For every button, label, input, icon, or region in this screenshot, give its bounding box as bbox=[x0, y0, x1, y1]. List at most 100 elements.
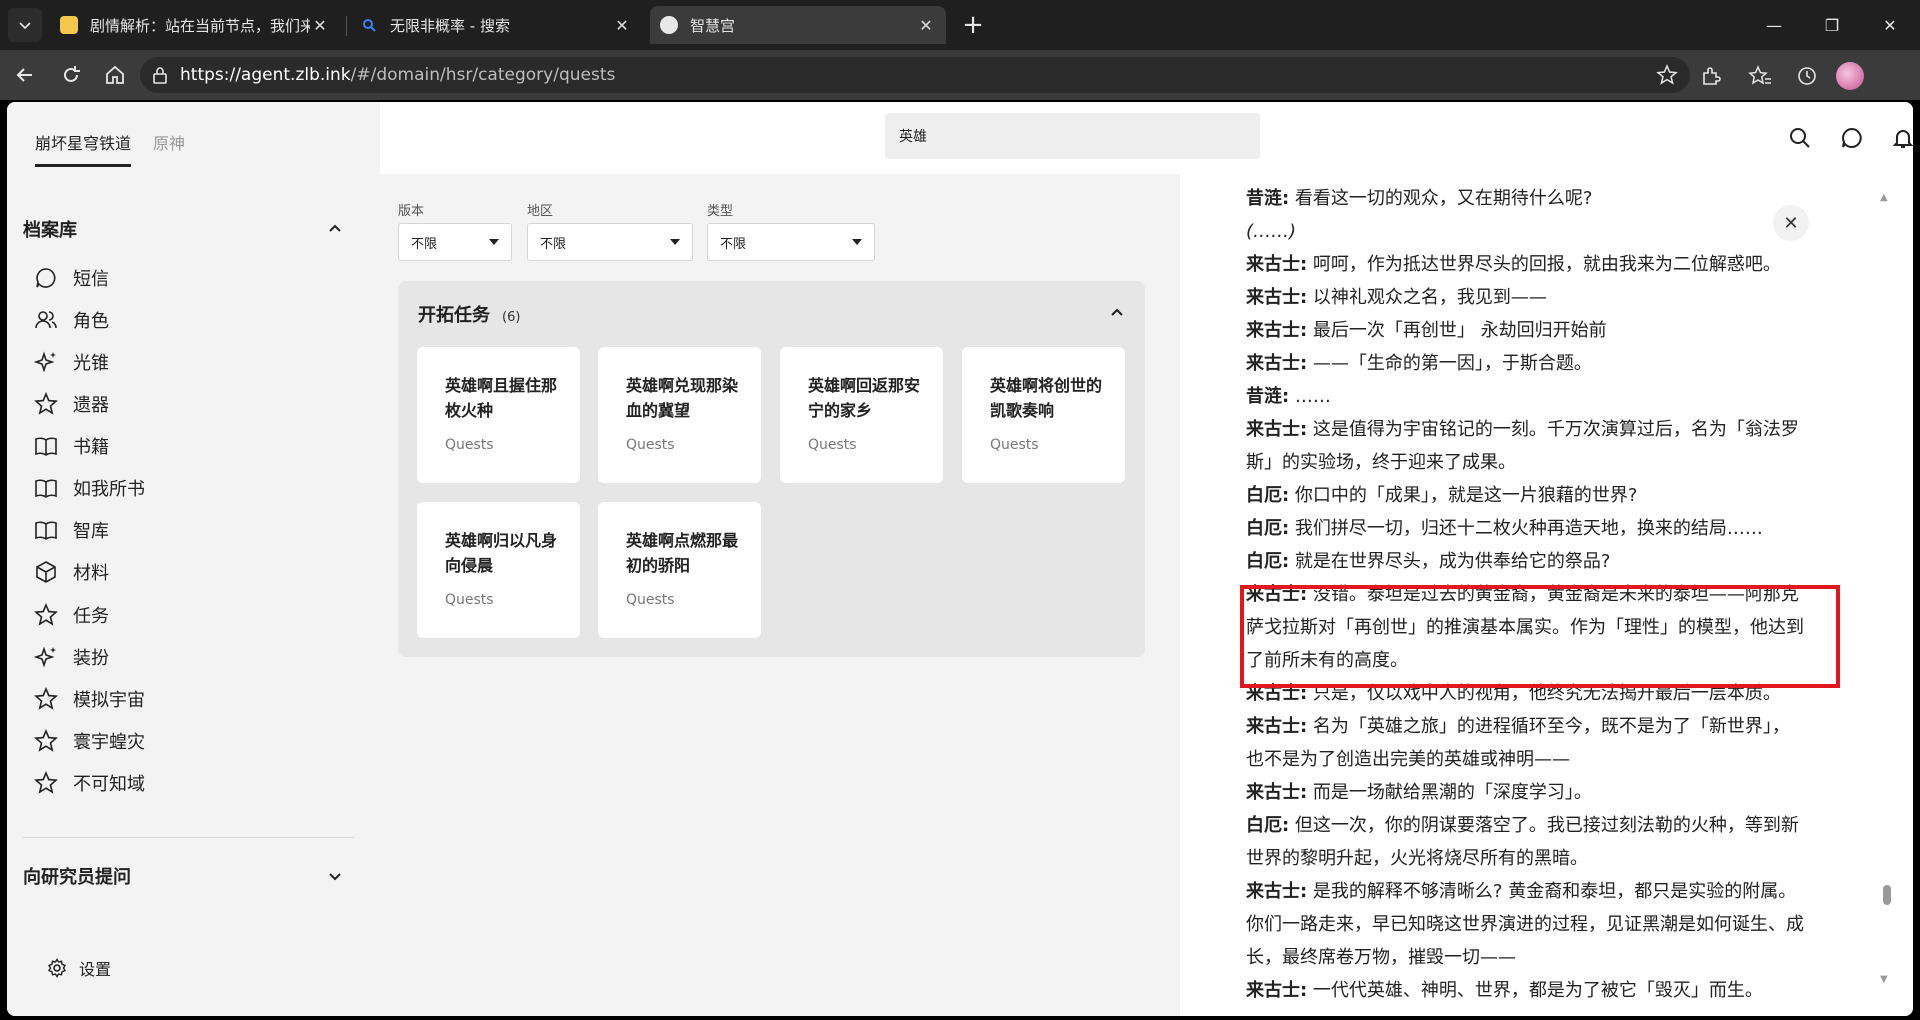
restore-button[interactable]: ❐ bbox=[1804, 0, 1860, 50]
close-icon: ✕ bbox=[1783, 212, 1799, 234]
dialogue-line: 长，最终席卷万物，摧毁一切—— bbox=[1246, 941, 1836, 974]
star-icon bbox=[33, 728, 59, 754]
profile-avatar[interactable] bbox=[1836, 62, 1864, 90]
chevron-down-icon bbox=[329, 873, 341, 881]
message-icon bbox=[33, 265, 59, 291]
search-icon[interactable] bbox=[1786, 124, 1814, 152]
sparkle-icon bbox=[33, 349, 59, 375]
reload-button[interactable] bbox=[56, 60, 86, 90]
search-favicon-icon bbox=[360, 16, 378, 34]
sidebar-item-light-cones[interactable]: 光锥 bbox=[33, 349, 109, 375]
browser-tab-1[interactable]: 剧情解析：站在当前节点，我们来 ✕ bbox=[50, 6, 340, 44]
quest-card[interactable]: 英雄啊点燃那最初的骄阳 Quests bbox=[598, 502, 761, 638]
collapse-panel-button[interactable] bbox=[1109, 305, 1125, 325]
sidebar-item-books[interactable]: 书籍 bbox=[33, 433, 109, 459]
sidebar-item-archive[interactable]: 智库 bbox=[33, 517, 109, 543]
quest-title: 英雄啊点燃那最初的骄阳 bbox=[626, 531, 739, 575]
sidebar-item-characters[interactable]: 角色 bbox=[33, 307, 109, 333]
speaker-name: 来古士: bbox=[1246, 287, 1308, 308]
dialogue-line: 昔涟: …… bbox=[1246, 380, 1836, 413]
dialogue-text: …… bbox=[1289, 386, 1331, 407]
panel-title: 开拓任务 (6) bbox=[418, 301, 520, 327]
chevron-down-icon bbox=[19, 22, 31, 30]
bell-icon[interactable] bbox=[1889, 124, 1913, 152]
sidebar-item-as-i-write[interactable]: 如我所书 bbox=[33, 475, 145, 501]
sidebar-item-swarm-disaster[interactable]: 寰宇蝗灾 bbox=[33, 728, 145, 754]
quest-card[interactable]: 英雄啊回返那安宁的家乡 Quests bbox=[780, 347, 943, 483]
browser-tab-bar: 剧情解析：站在当前节点，我们来 ✕ 无限非概率 - 搜索 ✕ 智慧宫 ✕ + —… bbox=[0, 0, 1920, 50]
sidebar-item-label: 如我所书 bbox=[73, 479, 145, 500]
speaker-name: 来古士: bbox=[1246, 419, 1308, 440]
quest-category: Quests bbox=[445, 437, 494, 453]
extensions-icon[interactable] bbox=[1699, 64, 1723, 88]
tab-hsr[interactable]: 崩坏星穹铁道 bbox=[35, 130, 132, 167]
scroll-up-arrow-icon[interactable]: ▲ bbox=[1880, 192, 1888, 203]
minimize-button[interactable]: — bbox=[1746, 0, 1802, 50]
speaker-name: 白厄: bbox=[1246, 485, 1290, 506]
tab-title: 智慧宫 bbox=[690, 16, 736, 35]
close-tab-icon[interactable]: ✕ bbox=[916, 15, 936, 35]
speaker-name: 来古士: bbox=[1246, 980, 1308, 1001]
game-tabs: 崩坏星穹铁道 原神 bbox=[35, 130, 185, 167]
browser-tab-3[interactable]: 智慧宫 ✕ bbox=[650, 6, 946, 44]
sidebar-item-messages[interactable]: 短信 bbox=[33, 265, 109, 291]
history-icon[interactable] bbox=[1794, 64, 1818, 88]
back-button[interactable] bbox=[10, 60, 40, 90]
sidebar-item-outfits[interactable]: 装扮 bbox=[33, 644, 109, 670]
sidebar-item-label: 书籍 bbox=[73, 437, 109, 458]
quest-category: Quests bbox=[808, 437, 857, 453]
bookmark-star-icon[interactable] bbox=[1656, 64, 1678, 91]
close-tab-icon[interactable]: ✕ bbox=[310, 15, 330, 35]
close-reader-button[interactable]: ✕ bbox=[1773, 205, 1809, 241]
dialogue-line: 来古士: 名为「英雄之旅」的进程循环至今，既不是为了「新世界」， bbox=[1246, 710, 1836, 743]
speaker-name: 白厄: bbox=[1246, 815, 1290, 836]
search-input[interactable]: 英雄 bbox=[885, 113, 1260, 159]
tab-actions-button[interactable] bbox=[8, 8, 42, 42]
quest-title: 英雄啊且握住那枚火种 bbox=[445, 376, 558, 420]
ask-researcher-header[interactable]: 向研究员提问 bbox=[23, 863, 343, 889]
dialogue-line: 白厄: 我们拼尽一切，归还十二枚火种再造天地，换来的结局…… bbox=[1246, 512, 1836, 545]
speaker-name: 昔涟: bbox=[1246, 386, 1290, 407]
quest-card[interactable]: 英雄啊且握住那枚火种 Quests bbox=[417, 347, 580, 483]
favorites-icon[interactable] bbox=[1748, 64, 1772, 88]
scrollbar-thumb[interactable] bbox=[1883, 885, 1891, 905]
sidebar-item-materials[interactable]: 材料 bbox=[33, 559, 109, 585]
dialogue-text: ——「生命的第一因」，于斯合题。 bbox=[1307, 353, 1592, 374]
filter-type: 类型 不限 bbox=[707, 200, 875, 261]
ask-researcher-title: 向研究员提问 bbox=[23, 867, 131, 888]
home-button[interactable] bbox=[100, 60, 130, 90]
dialogue-text: 看看这一切的观众，又在期待什么呢? bbox=[1289, 188, 1593, 209]
dialogue-text: 也不是为了创造出完美的英雄或神明—— bbox=[1246, 749, 1570, 770]
dialogue-line: 白厄: 但这一次，你的阴谋要落空了。我已接过刻法勒的火种，等到新 bbox=[1246, 809, 1836, 842]
sidebar-item-simulated-universe[interactable]: 模拟宇宙 bbox=[33, 686, 145, 712]
chat-icon[interactable] bbox=[1838, 124, 1866, 152]
settings-button[interactable]: 设置 bbox=[47, 956, 111, 980]
version-select[interactable]: 不限 bbox=[398, 223, 512, 261]
dialogue-text: 但这一次，你的阴谋要落空了。我已接过刻法勒的火种，等到新 bbox=[1289, 815, 1799, 836]
sidebar-item-label: 光锥 bbox=[73, 353, 109, 374]
dialogue-line: 也不是为了创造出完美的英雄或神明—— bbox=[1246, 743, 1836, 776]
scroll-down-arrow-icon[interactable]: ▼ bbox=[1880, 974, 1888, 985]
archive-section-header[interactable]: 档案库 bbox=[23, 216, 343, 242]
tab-genshin[interactable]: 原神 bbox=[153, 130, 185, 167]
quest-card[interactable]: 英雄啊兑现那染血的冀望 Quests bbox=[598, 347, 761, 483]
url-field[interactable]: https://agent.zlb.ink/#/domain/hsr/categ… bbox=[140, 57, 1690, 93]
sidebar-item-quests[interactable]: 任务 bbox=[33, 602, 109, 628]
panel-title-text: 开拓任务 bbox=[418, 305, 490, 326]
quest-card[interactable]: 英雄啊将创世的凯歌奏响 Quests bbox=[962, 347, 1125, 483]
dialogue-scroll-area[interactable]: 昔涟: 看看这一切的观众，又在期待什么呢? (……) 来古士: 呵呵，作为抵达世界尽… bbox=[1180, 174, 1913, 1016]
type-select[interactable]: 不限 bbox=[707, 223, 875, 261]
dialogue-text: 是我的解释不够清晰么? 黄金裔和泰坦，都只是实验的附属。 bbox=[1307, 881, 1797, 902]
close-window-button[interactable]: ✕ bbox=[1862, 0, 1918, 50]
dialogue-line: 来古士: 这是值得为宇宙铭记的一刻。千万次演算过后，名为「翁法罗 bbox=[1246, 413, 1836, 446]
search-value: 英雄 bbox=[899, 129, 927, 145]
new-tab-button[interactable]: + bbox=[958, 10, 988, 40]
browser-tab-2[interactable]: 无限非概率 - 搜索 ✕ bbox=[350, 6, 642, 44]
dialogue-text: 这是值得为宇宙铭记的一刻。千万次演算过后，名为「翁法罗 bbox=[1307, 419, 1799, 440]
quest-card[interactable]: 英雄啊归以凡身向侵晨 Quests bbox=[417, 502, 580, 638]
sidebar-item-unknowable-domain[interactable]: 不可知域 bbox=[33, 770, 145, 796]
sidebar-item-relics[interactable]: 遗器 bbox=[33, 391, 109, 417]
region-select[interactable]: 不限 bbox=[527, 223, 693, 261]
panel-count: (6) bbox=[502, 310, 521, 325]
close-tab-icon[interactable]: ✕ bbox=[612, 15, 632, 35]
